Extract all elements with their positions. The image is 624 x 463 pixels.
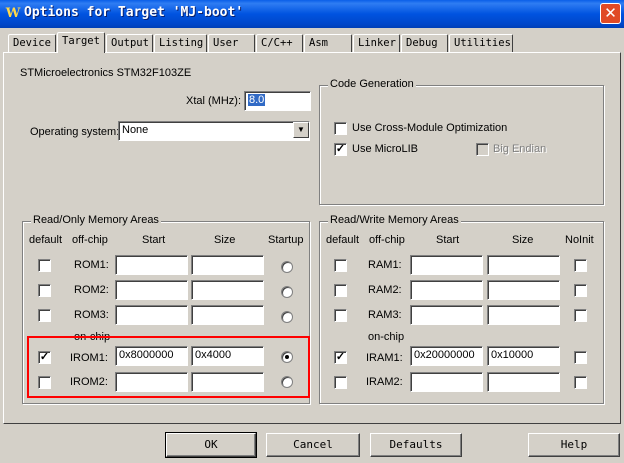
ram-header-default: default [326,234,360,246]
tab-output[interactable]: Output [106,34,153,52]
rom-header-startup: Startup [268,234,304,246]
rom3-size-input[interactable] [191,305,264,325]
ram-header-size: Size [512,234,534,246]
ram-header-noinit: NoInit [565,234,594,246]
defaults-button[interactable]: Defaults [370,433,462,457]
ram3-noinit-checkbox[interactable] [574,309,587,322]
xtal-input[interactable]: 8.0 [244,91,311,111]
tab-asm[interactable]: Asm [304,34,352,52]
rom3-start-input[interactable] [115,305,188,325]
tab-strip: Device Target Output Listing User C/C++ … [0,32,624,53]
cross-module-label: Use Cross-Module Optimization [352,122,508,134]
rom-header-default: default [29,234,63,246]
ram1-label: RAM1: [368,259,402,271]
device-name: STMicroelectronics STM32F103ZE [20,67,192,79]
xtal-label: Xtal (MHz): [186,95,241,107]
rom3-default-checkbox[interactable] [38,309,51,322]
highlight-box [27,336,310,398]
rom3-startup-radio[interactable] [281,311,293,323]
rom-header-start: Start [142,234,166,246]
ram-header-start: Start [436,234,460,246]
cross-module-checkbox[interactable] [334,122,347,135]
big-endian-label: Big Endian [493,143,547,155]
iram1-default-checkbox[interactable]: ✓ [334,351,347,364]
iram2-size-input[interactable] [487,372,560,392]
ram2-default-checkbox[interactable] [334,284,347,297]
ram1-size-input[interactable] [487,255,560,275]
ram2-start-input[interactable] [410,280,483,300]
rom2-label: ROM2: [74,284,109,296]
ram-onchip-label: on-chip [368,331,405,343]
ram-group-title: Read/Write Memory Areas [328,214,461,226]
rom3-label: ROM3: [74,309,109,321]
tab-target[interactable]: Target [57,32,105,53]
tab-user[interactable]: User [208,34,255,52]
rom2-startup-radio[interactable] [281,286,293,298]
code-generation-title: Code Generation [328,78,416,90]
rom1-startup-radio[interactable] [281,261,293,273]
rom1-start-input[interactable] [115,255,188,275]
tab-device[interactable]: Device [8,34,56,52]
iram2-noinit-checkbox[interactable] [574,376,587,389]
os-label: Operating system: [30,126,120,138]
rom1-label: ROM1: [74,259,109,271]
ram3-size-input[interactable] [487,305,560,325]
ram3-label: RAM3: [368,309,402,321]
rom2-default-checkbox[interactable] [38,284,51,297]
rom2-size-input[interactable] [191,280,264,300]
ok-button[interactable]: OK [165,432,257,458]
xtal-value: 8.0 [248,94,266,106]
iram2-label: IRAM2: [366,376,403,388]
rom-group-title: Read/Only Memory Areas [31,214,161,226]
ram2-label: RAM2: [368,284,402,296]
big-endian-checkbox[interactable] [476,143,489,156]
tab-utilities[interactable]: Utilities [449,34,513,52]
ram-header-offchip: off-chip [369,234,405,246]
ram2-size-input[interactable] [487,280,560,300]
tab-linker[interactable]: Linker [353,34,400,52]
iram1-size-input[interactable]: 0x10000 [487,346,560,366]
tab-debug[interactable]: Debug [401,34,448,52]
help-button[interactable]: Help [528,433,620,457]
rom-header-size: Size [214,234,236,246]
iram1-start-input[interactable]: 0x20000000 [410,346,483,366]
tab-listing[interactable]: Listing [154,34,207,52]
rom1-default-checkbox[interactable] [38,259,51,272]
cancel-button[interactable]: Cancel [266,433,360,457]
close-button[interactable]: ✕ [600,3,621,24]
tab-c-cpp[interactable]: C/C++ [256,34,303,52]
iram1-label: IRAM1: [366,352,403,364]
iram2-default-checkbox[interactable] [334,376,347,389]
microlib-checkbox[interactable]: ✓ [334,143,347,156]
iram2-start-input[interactable] [410,372,483,392]
ram3-default-checkbox[interactable] [334,309,347,322]
rom1-size-input[interactable] [191,255,264,275]
iram1-noinit-checkbox[interactable] [574,351,587,364]
rom-header-offchip: off-chip [72,234,108,246]
microlib-label: Use MicroLIB [352,143,419,155]
ram1-default-checkbox[interactable] [334,259,347,272]
ram1-noinit-checkbox[interactable] [574,259,587,272]
ram3-start-input[interactable] [410,305,483,325]
rom2-start-input[interactable] [115,280,188,300]
ram1-start-input[interactable] [410,255,483,275]
os-value: None [122,124,149,136]
ram2-noinit-checkbox[interactable] [574,284,587,297]
title-bar: W Options for Target 'MJ-boot' ✕ [0,0,624,28]
keil-app-icon: W [5,6,21,21]
os-select[interactable]: None ▼ [118,121,310,141]
window-title: Options for Target 'MJ-boot' [24,5,244,20]
chevron-down-icon[interactable]: ▼ [293,122,309,138]
